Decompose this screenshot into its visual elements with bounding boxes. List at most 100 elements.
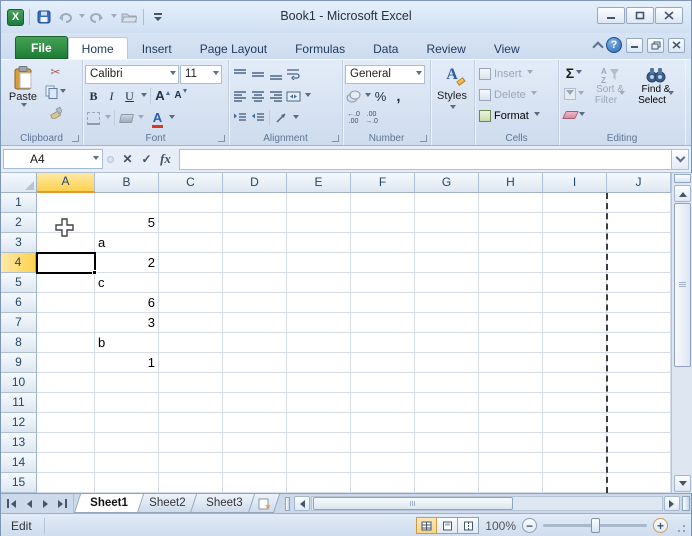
- sheet-tab-sheet1[interactable]: Sheet1: [74, 494, 144, 513]
- cell-J8[interactable]: [607, 333, 671, 353]
- column-header-E[interactable]: E: [287, 173, 351, 193]
- wrap-text-button[interactable]: [285, 65, 302, 83]
- cell-H2[interactable]: [479, 213, 543, 233]
- cell-I5[interactable]: [543, 273, 607, 293]
- cell-B15[interactable]: [95, 473, 159, 493]
- cell-J5[interactable]: [607, 273, 671, 293]
- cell-B1[interactable]: [95, 193, 159, 213]
- row-header-1[interactable]: 1: [1, 193, 37, 213]
- cell-C11[interactable]: [159, 393, 223, 413]
- page-break-view-button[interactable]: [458, 517, 479, 534]
- formula-input[interactable]: [179, 149, 671, 170]
- cell-B8[interactable]: b: [95, 333, 159, 353]
- column-header-F[interactable]: F: [351, 173, 415, 193]
- cell-F15[interactable]: [351, 473, 415, 493]
- cell-F8[interactable]: [351, 333, 415, 353]
- cell-F14[interactable]: [351, 453, 415, 473]
- scroll-right-button[interactable]: [664, 496, 680, 511]
- cell-D9[interactable]: [223, 353, 287, 373]
- cell-C7[interactable]: [159, 313, 223, 333]
- row-header-11[interactable]: 11: [1, 393, 37, 413]
- cell-D14[interactable]: [223, 453, 287, 473]
- column-header-G[interactable]: G: [415, 173, 479, 193]
- cell-H9[interactable]: [479, 353, 543, 373]
- cell-B10[interactable]: [95, 373, 159, 393]
- clipboard-dialog-launcher[interactable]: [72, 135, 79, 142]
- clear-button[interactable]: [564, 106, 585, 124]
- cell-G11[interactable]: [415, 393, 479, 413]
- styles-dropdown-arrow[interactable]: [450, 105, 456, 112]
- paste-button[interactable]: Paste: [3, 63, 43, 127]
- cell-J6[interactable]: [607, 293, 671, 313]
- cell-G15[interactable]: [415, 473, 479, 493]
- cell-A10[interactable]: [37, 373, 95, 393]
- font-name-select[interactable]: Calibri: [85, 65, 179, 84]
- cell-G4[interactable]: [415, 253, 479, 273]
- close-button[interactable]: [655, 7, 683, 24]
- row-header-10[interactable]: 10: [1, 373, 37, 393]
- row-header-5[interactable]: 5: [1, 273, 37, 293]
- cell-B5[interactable]: c: [95, 273, 159, 293]
- workbook-close-button[interactable]: [668, 38, 685, 53]
- cell-A1[interactable]: [37, 193, 95, 213]
- cell-C15[interactable]: [159, 473, 223, 493]
- last-sheet-button[interactable]: [55, 496, 70, 511]
- cell-J10[interactable]: [607, 373, 671, 393]
- cell-B6[interactable]: 6: [95, 293, 159, 313]
- accounting-dropdown-arrow[interactable]: [365, 93, 371, 100]
- vertical-split-handle[interactable]: [674, 174, 691, 183]
- scroll-left-button[interactable]: [294, 496, 310, 511]
- cell-J4[interactable]: [607, 253, 671, 273]
- italic-button[interactable]: I: [103, 87, 120, 105]
- comma-style-button[interactable]: ,: [390, 87, 407, 105]
- cell-I1[interactable]: [543, 193, 607, 213]
- insert-worksheet-button[interactable]: [248, 494, 280, 513]
- increase-indent-button[interactable]: [249, 109, 266, 127]
- decrease-font-size-button[interactable]: A: [172, 87, 189, 105]
- cell-D13[interactable]: [223, 433, 287, 453]
- cell-G9[interactable]: [415, 353, 479, 373]
- font-dialog-launcher[interactable]: [218, 135, 225, 142]
- cell-H1[interactable]: [479, 193, 543, 213]
- fill-color-button[interactable]: [118, 109, 135, 127]
- tab-view[interactable]: View: [480, 37, 534, 59]
- row-header-6[interactable]: 6: [1, 293, 37, 313]
- cell-A5[interactable]: [37, 273, 95, 293]
- cell-B9[interactable]: 1: [95, 353, 159, 373]
- cell-G7[interactable]: [415, 313, 479, 333]
- format-painter-button[interactable]: [45, 103, 66, 121]
- align-center-button[interactable]: [249, 87, 266, 105]
- name-box[interactable]: A4: [3, 149, 103, 169]
- find-select-button[interactable]: Find & Select: [633, 63, 679, 124]
- cell-B7[interactable]: 3: [95, 313, 159, 333]
- row-header-15[interactable]: 15: [1, 473, 37, 493]
- row-header-14[interactable]: 14: [1, 453, 37, 473]
- styles-button[interactable]: A Styles: [433, 63, 471, 127]
- cell-D4[interactable]: [223, 253, 287, 273]
- minimize-button[interactable]: [597, 7, 625, 24]
- cell-F9[interactable]: [351, 353, 415, 373]
- align-top-button[interactable]: [231, 65, 248, 83]
- horizontal-split-handle[interactable]: [682, 496, 690, 511]
- cell-G6[interactable]: [415, 293, 479, 313]
- cell-E8[interactable]: [287, 333, 351, 353]
- fill-button[interactable]: [564, 85, 584, 103]
- cell-J13[interactable]: [607, 433, 671, 453]
- cell-H10[interactable]: [479, 373, 543, 393]
- row-header-4[interactable]: 4: [1, 253, 37, 273]
- cell-I14[interactable]: [543, 453, 607, 473]
- cell-A9[interactable]: [37, 353, 95, 373]
- cell-I8[interactable]: [543, 333, 607, 353]
- increase-decimal-button[interactable]: ←.0.00: [345, 109, 362, 127]
- cell-D2[interactable]: [223, 213, 287, 233]
- vertical-scroll-thumb[interactable]: [674, 203, 691, 367]
- first-sheet-button[interactable]: [4, 496, 19, 511]
- merge-center-button[interactable]: [285, 87, 302, 105]
- cell-D15[interactable]: [223, 473, 287, 493]
- cell-D5[interactable]: [223, 273, 287, 293]
- cell-C5[interactable]: [159, 273, 223, 293]
- cell-C12[interactable]: [159, 413, 223, 433]
- cell-C3[interactable]: [159, 233, 223, 253]
- workbook-restore-button[interactable]: [647, 38, 664, 53]
- tab-page-layout[interactable]: Page Layout: [186, 37, 281, 59]
